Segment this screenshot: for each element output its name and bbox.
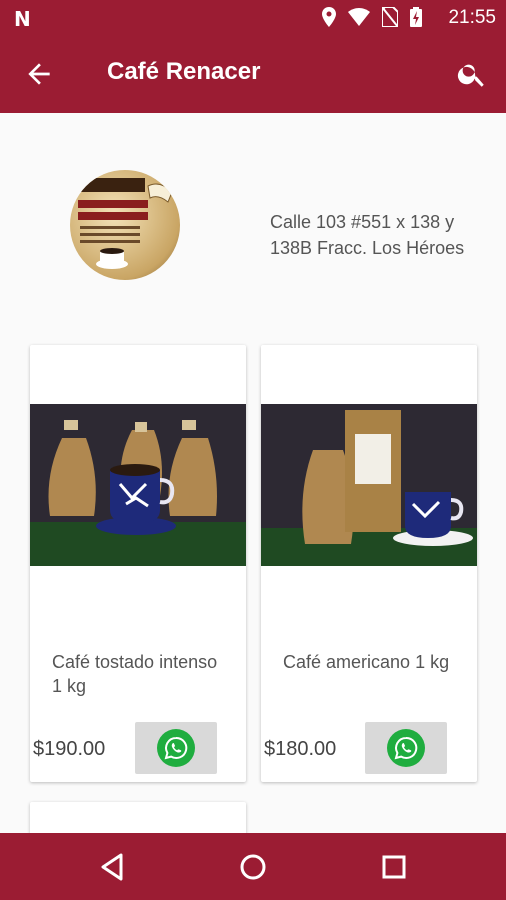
product-card[interactable]: Café tostado intenso 1 kg $190.00: [30, 345, 246, 782]
status-time: 21:55: [448, 7, 496, 28]
product-card[interactable]: Café americano 1 kg $180.00: [261, 345, 477, 782]
whatsapp-icon: [157, 729, 195, 767]
search-icon[interactable]: [456, 58, 488, 90]
product-card[interactable]: [30, 802, 246, 833]
product-photo: [30, 404, 246, 566]
business-content[interactable]: Calle 103 #551 x 138 y 138B Fracc. Los H…: [0, 113, 506, 833]
location-icon: [322, 7, 336, 27]
system-nav-bar: [0, 833, 506, 900]
coffee-logo-image: [70, 178, 173, 269]
no-sim-icon: [382, 7, 398, 27]
whatsapp-icon: [387, 729, 425, 767]
product-price: $190.00: [33, 738, 106, 760]
product-photo: [261, 404, 477, 566]
status-bar: N 21:55: [0, 0, 506, 34]
back-triangle-icon[interactable]: [97, 851, 129, 883]
whatsapp-order-button[interactable]: [365, 722, 447, 774]
product-price: $180.00: [264, 738, 337, 760]
business-logo: [70, 170, 180, 280]
page-title: Café Renacer: [107, 58, 261, 85]
home-circle-icon[interactable]: [237, 851, 269, 883]
notification-icon: N: [14, 7, 31, 31]
business-address: Calle 103 #551 x 138 y 138B Fracc. Los H…: [270, 212, 465, 258]
arrow-back-icon[interactable]: [22, 58, 56, 90]
whatsapp-order-button[interactable]: [135, 722, 217, 774]
product-name: Café tostado intenso 1 kg: [52, 652, 218, 696]
wifi-icon: [348, 8, 370, 26]
app-bar: Café Renacer: [0, 34, 506, 113]
coffee-bags-photo: [30, 404, 246, 566]
battery-charging-icon: [410, 7, 422, 27]
product-name: Café americano 1 kg: [283, 652, 450, 672]
recents-square-icon[interactable]: [378, 851, 410, 883]
system-icons: [322, 7, 422, 27]
coffee-bag-cup-photo: [261, 404, 477, 566]
